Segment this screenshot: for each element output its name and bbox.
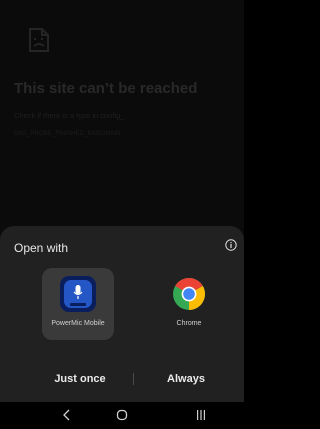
app-option-chrome[interactable]: Chrome xyxy=(153,268,225,340)
app-label-chrome: Chrome xyxy=(176,320,202,327)
nav-home-button[interactable] xyxy=(102,402,142,429)
android-screen: This site can’t be reached Check if ther… xyxy=(0,0,244,429)
button-divider xyxy=(133,373,134,385)
open-with-sheet: Open with PowerMic Mobile Chrome Just on… xyxy=(0,226,244,402)
nav-recents-button[interactable] xyxy=(181,402,221,429)
chrome-app-icon xyxy=(173,277,206,310)
app-label-powermic: PowerMic Mobile xyxy=(51,320,105,327)
navigation-bar xyxy=(0,402,244,429)
info-icon[interactable] xyxy=(225,239,237,251)
always-button[interactable]: Always xyxy=(136,366,236,392)
nav-back-button[interactable] xyxy=(47,402,87,429)
recents-icon xyxy=(197,410,205,420)
home-icon xyxy=(116,409,128,421)
app-option-powermic[interactable]: PowerMic Mobile xyxy=(42,268,114,340)
back-icon xyxy=(63,409,70,421)
powermic-app-icon xyxy=(60,276,96,312)
just-once-button[interactable]: Just once xyxy=(30,366,130,392)
sheet-title: Open with xyxy=(14,241,69,255)
